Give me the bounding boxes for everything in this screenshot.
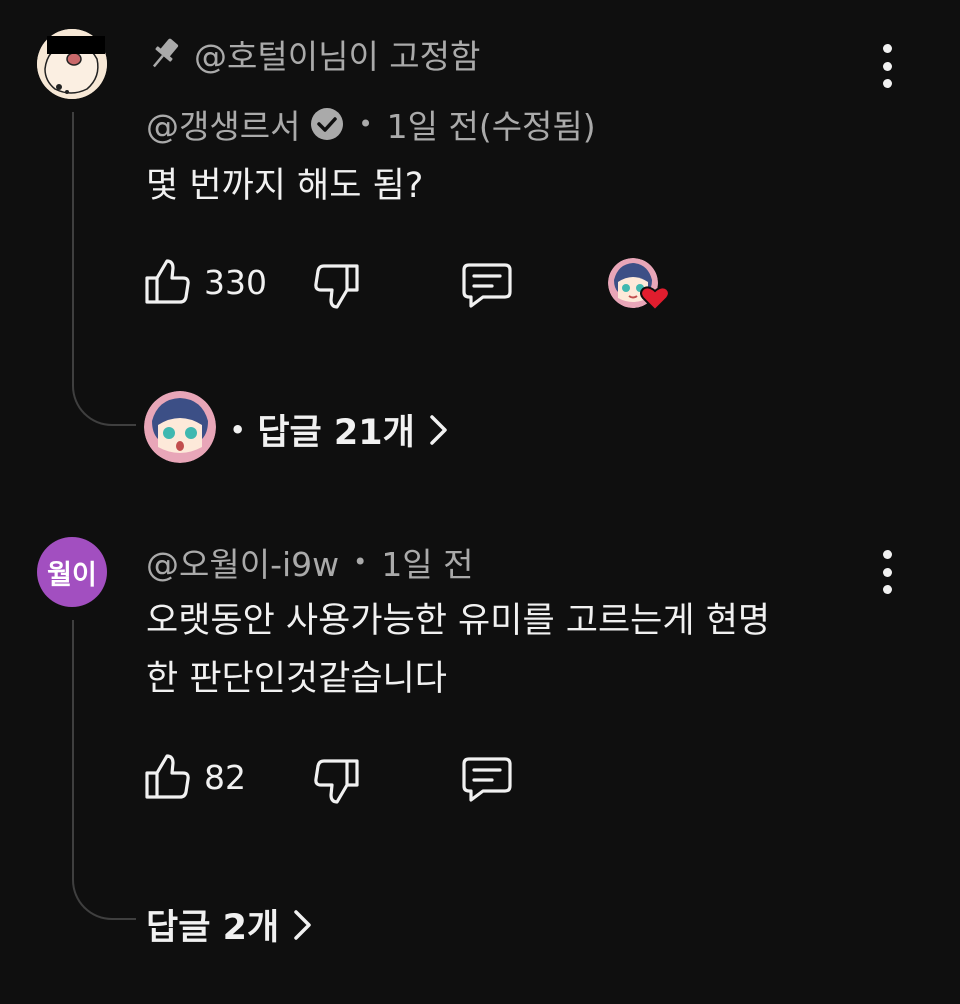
avatar-initials: 월이 (47, 559, 97, 591)
reply-avatar (144, 391, 216, 463)
like-button[interactable]: 330 (144, 258, 267, 306)
pinned-indicator: @호털이님이 고정함 (148, 30, 480, 78)
chevron-right-icon (291, 908, 315, 942)
replies-label: 답글 21개 (257, 413, 415, 453)
reply-icon (461, 755, 513, 803)
view-replies-button[interactable]: 답글 2개 (146, 899, 315, 950)
comment-text-line: 한 판단인것같습니다 (146, 659, 447, 699)
comment-time: 1일 전(수정됨) (386, 107, 596, 146)
pinned-label: @호털이님이 고정함 (194, 37, 481, 76)
view-replies-button[interactable]: • 답글 21개 (230, 404, 451, 455)
replies-label: 답글 2개 (146, 908, 280, 948)
thread-line (72, 112, 136, 426)
reply-button[interactable] (461, 261, 513, 309)
reply-icon (461, 261, 513, 309)
like-count: 82 (204, 757, 246, 797)
dislike-button[interactable] (314, 262, 360, 310)
more-vert-icon[interactable] (877, 44, 897, 88)
separator-dot: • (353, 548, 368, 576)
comment-time: 1일 전 (381, 545, 474, 584)
like-button[interactable]: 82 (144, 753, 246, 801)
comment-text: 오랫동안 사용가능한 유미를 고르는게 현명 한 판단인것같습니다 (146, 592, 770, 708)
pin-icon (148, 36, 180, 72)
comment-meta: @갱생르서 • 1일 전(수정됨) (146, 100, 596, 148)
separator-dot: • (358, 110, 373, 138)
reply-button[interactable] (461, 755, 513, 803)
comment-avatar[interactable]: 월이 (37, 537, 107, 607)
heart-icon (640, 284, 670, 312)
author-handle[interactable]: @갱생르서 (146, 100, 300, 148)
thumb-down-icon (314, 262, 360, 310)
separator-dot: • (230, 415, 246, 444)
more-vert-icon[interactable] (877, 550, 897, 594)
thread-line (72, 620, 136, 920)
like-count: 330 (204, 262, 267, 302)
creator-heart (608, 258, 672, 316)
comment-text-line: 오랫동안 사용가능한 유미를 고르는게 현명 (146, 601, 771, 641)
censor-bar (47, 36, 105, 54)
comment-meta: @오월이-i9w • 1일 전 (146, 538, 474, 586)
chevron-right-icon (427, 413, 451, 447)
thumb-down-icon (314, 757, 360, 805)
comment-text: 몇 번까지 해도 됨? (146, 166, 424, 206)
verified-icon (310, 107, 344, 141)
author-handle[interactable]: @오월이-i9w (146, 538, 339, 586)
dislike-button[interactable] (314, 757, 360, 805)
thumb-up-icon (144, 753, 190, 801)
thumb-up-icon (144, 258, 190, 306)
